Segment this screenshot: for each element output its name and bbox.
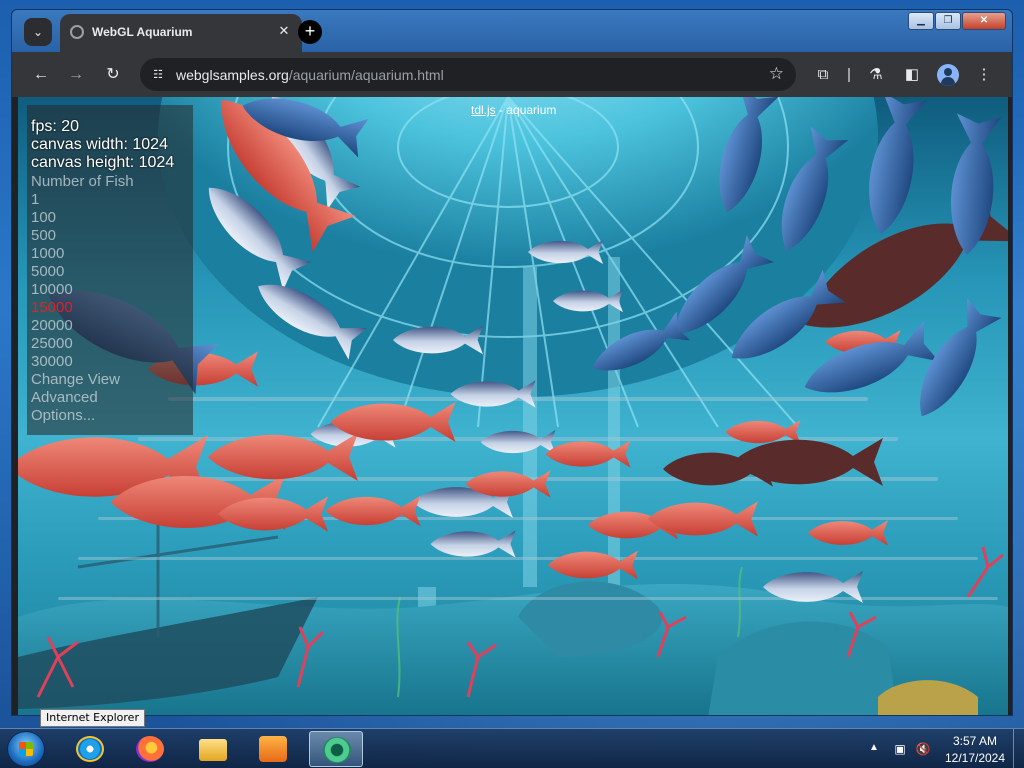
browser-window: ⌄ WebGL Aquarium ✕ + ▁ ❐ ✕ ← → ↻ ☷ webgl… [11, 9, 1013, 716]
clock-date[interactable]: 12/17/2024 [941, 751, 1009, 765]
options-button[interactable]: Options... [31, 407, 95, 424]
start-button[interactable] [7, 731, 45, 767]
internet-explorer-icon [76, 736, 104, 762]
browser-icon [323, 737, 351, 763]
tune-icon[interactable]: ☷ [150, 67, 166, 83]
close-tab-icon[interactable]: ✕ [276, 23, 292, 39]
number-of-fish-label: Number of Fish [31, 173, 134, 190]
taskbar-browser[interactable] [309, 731, 363, 767]
folder-icon [199, 739, 227, 761]
minimize-button[interactable]: ▁ [908, 12, 934, 30]
address-bar[interactable]: ☷ webglsamples.org/aquarium/aquarium.htm… [140, 58, 796, 91]
url-path: /aquarium/aquarium.html [288, 67, 444, 83]
globe-icon [70, 25, 84, 39]
tab-strip: ⌄ WebGL Aquarium ✕ + ▁ ❐ ✕ [12, 10, 1012, 52]
aquarium-canvas[interactable]: tdl.js - aquarium fps: 20 canvas width: … [18, 97, 1008, 715]
profile-avatar[interactable] [937, 64, 959, 86]
forward-button[interactable]: → [65, 64, 87, 86]
clock-time[interactable]: 3:57 AM [945, 734, 1005, 748]
page-header: tdl.js - aquarium [471, 103, 556, 117]
taskbar-file-explorer[interactable] [186, 731, 240, 767]
puzzle-icon: ⧉ [817, 66, 829, 83]
fish-option-15000[interactable]: 15000 [31, 299, 73, 316]
browser-toolbar: ← → ↻ ☷ webglsamples.org/aquarium/aquari… [12, 52, 1012, 97]
arrow-left-icon: ← [33, 66, 49, 83]
fish-option-1[interactable]: 1 [31, 191, 39, 208]
canvas-height-readout: canvas height: 1024 [31, 154, 175, 171]
fish-option-20000[interactable]: 20000 [31, 317, 73, 334]
fish-option-10000[interactable]: 10000 [31, 281, 73, 298]
url-host: webglsamples.org [176, 67, 289, 83]
taskbar-media-player[interactable] [246, 731, 300, 767]
maximize-button[interactable]: ❐ [935, 12, 961, 30]
arrow-right-icon: → [68, 66, 84, 83]
header-separator: - [495, 103, 507, 117]
taskbar-tooltip: Internet Explorer [40, 709, 145, 727]
network-icon[interactable]: ▣ [892, 741, 908, 757]
fish-option-30000[interactable]: 30000 [31, 353, 73, 370]
fps-readout: fps: 20 [31, 118, 80, 135]
show-hidden-icons-icon[interactable]: ▲ [869, 742, 879, 753]
firefox-icon [136, 736, 164, 762]
fish-option-5000[interactable]: 5000 [31, 263, 64, 280]
show-desktop-button[interactable] [1013, 729, 1024, 768]
reload-button[interactable]: ↻ [102, 64, 124, 86]
fish-option-25000[interactable]: 25000 [31, 335, 73, 352]
side-panel-button[interactable]: ◧ [901, 64, 923, 86]
taskbar-firefox[interactable] [123, 731, 177, 767]
toolbar-divider [848, 68, 850, 82]
tab-search-button[interactable]: ⌄ [24, 18, 52, 46]
flask-icon: ⚗ [869, 66, 883, 83]
kebab-menu-icon: ⋮ [976, 66, 992, 83]
aquarium-title: aquarium [506, 103, 557, 117]
chevron-down-icon: ⌄ [32, 25, 44, 39]
fish-option-1000[interactable]: 1000 [31, 245, 64, 262]
taskbar-internet-explorer[interactable] [63, 731, 117, 767]
side-panel-icon: ◧ [904, 66, 920, 83]
url-text[interactable]: webglsamples.org/aquarium/aquarium.html [176, 67, 444, 83]
extensions-button[interactable]: ⧉ [812, 64, 834, 86]
tab-webgl-aquarium[interactable]: WebGL Aquarium ✕ [60, 14, 302, 52]
window-controls: ▁ ❐ ✕ [907, 12, 1006, 32]
close-window-button[interactable]: ✕ [962, 12, 1006, 30]
reload-icon: ↻ [106, 66, 120, 83]
fish-option-100[interactable]: 100 [31, 209, 56, 226]
change-view-button[interactable]: Change View [31, 371, 120, 388]
back-button[interactable]: ← [30, 64, 52, 86]
star-icon[interactable]: ☆ [769, 64, 784, 84]
tdl-link[interactable]: tdl.js [471, 103, 496, 117]
labs-button[interactable]: ⚗ [865, 64, 887, 86]
advanced-button[interactable]: Advanced [31, 389, 98, 406]
tab-title: WebGL Aquarium [92, 25, 193, 39]
menu-button[interactable]: ⋮ [973, 64, 995, 86]
fish-option-500[interactable]: 500 [31, 227, 56, 244]
new-tab-button[interactable]: + [298, 20, 322, 44]
taskbar: ▲ ▣ 🔇 3:57 AM 12/17/2024 [0, 728, 1024, 768]
canvas-width-readout: canvas width: 1024 [31, 136, 168, 153]
media-player-icon [259, 736, 287, 762]
volume-muted-icon[interactable]: 🔇 [915, 741, 931, 757]
